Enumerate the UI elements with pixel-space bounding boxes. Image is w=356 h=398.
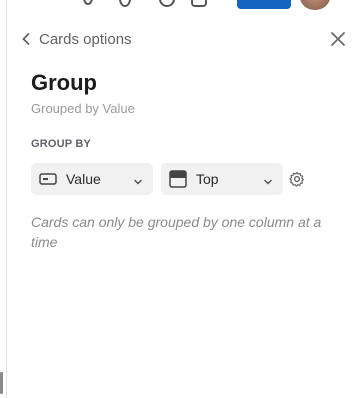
top-toolbar (7, 0, 356, 12)
chevron-down-icon (263, 174, 273, 185)
chevron-down-icon (133, 174, 143, 185)
group-by-value: Value (66, 171, 101, 187)
group-position-select[interactable]: Top (161, 163, 283, 195)
grouping-note: Cards can only be grouped by one column … (31, 214, 322, 250)
group-settings-button[interactable] (289, 171, 305, 187)
panel-subtitle: Grouped by Value (31, 101, 135, 116)
toolbar-icon[interactable] (83, 0, 93, 5)
card-field-icon (39, 170, 57, 188)
back-button[interactable]: Cards options (19, 29, 132, 49)
panel-left-border (0, 0, 7, 398)
close-icon (331, 32, 345, 46)
group-by-label: GROUP BY (31, 138, 92, 150)
chevron-left-icon (19, 29, 33, 49)
group-position-value: Top (196, 171, 219, 187)
gear-icon (289, 171, 304, 187)
group-by-select[interactable]: Value (31, 163, 153, 195)
panel-title: Group (31, 70, 97, 95)
chat-icon[interactable] (191, 0, 207, 7)
close-button[interactable] (328, 29, 348, 49)
settings-icon[interactable] (159, 0, 175, 7)
layout-top-icon (169, 170, 187, 188)
panel-header: Cards options (7, 22, 356, 56)
toolbar-icon[interactable] (119, 0, 131, 7)
scrollbar-handle[interactable] (0, 372, 3, 394)
back-label: Cards options (39, 30, 132, 48)
avatar[interactable] (300, 0, 330, 10)
share-button[interactable] (237, 0, 291, 9)
